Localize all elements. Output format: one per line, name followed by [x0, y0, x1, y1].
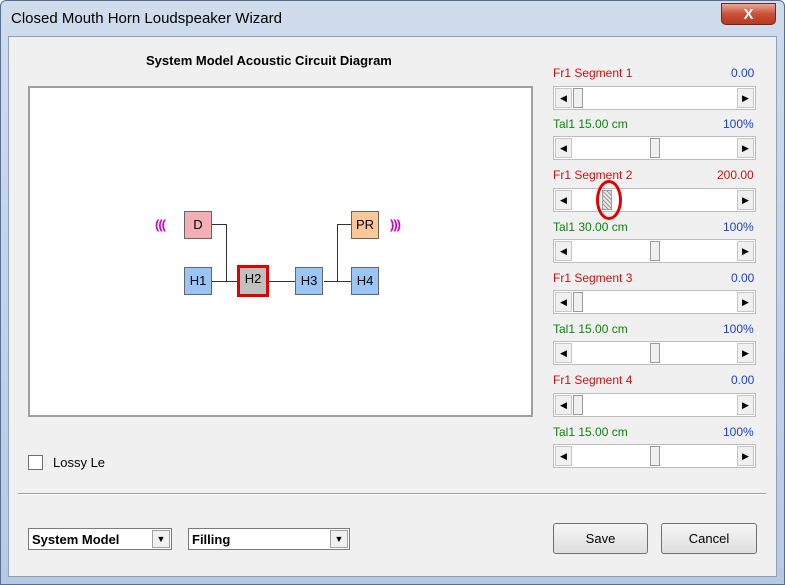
- sound-wave-right-icon: ))): [390, 217, 401, 232]
- tal-scrollbar-segment-4[interactable]: ◀ ▶: [553, 444, 756, 468]
- connector-line: [212, 281, 237, 282]
- tal-label-segment-1: Tal1 15.00 cm: [553, 117, 628, 131]
- connector-line: [337, 224, 338, 282]
- scroll-left-icon[interactable]: ◀: [555, 446, 572, 466]
- system-model-dropdown[interactable]: System Model ▼: [28, 528, 172, 550]
- connector-line: [268, 281, 295, 282]
- fr-value-segment-2: 200.00: [717, 168, 754, 182]
- lossy-le-checkbox[interactable]: [28, 455, 43, 470]
- tal-value-segment-3: 100%: [723, 322, 754, 336]
- scroll-thumb[interactable]: [650, 446, 660, 466]
- fr-label-segment-3: Fr1 Segment 3: [553, 271, 633, 285]
- filling-value: Filling: [192, 532, 231, 547]
- scroll-right-icon[interactable]: ▶: [737, 292, 754, 312]
- sound-wave-left-icon: (((: [155, 217, 166, 232]
- scroll-left-icon[interactable]: ◀: [555, 88, 572, 108]
- tal-value-segment-1: 100%: [723, 117, 754, 131]
- separator: [18, 493, 766, 495]
- fr-label-segment-2: Fr1 Segment 2: [553, 168, 633, 182]
- scroll-thumb[interactable]: [650, 241, 660, 261]
- scroll-thumb[interactable]: [650, 343, 660, 363]
- scroll-thumb[interactable]: [573, 292, 583, 312]
- passive-radiator-block[interactable]: PR: [351, 211, 379, 239]
- horn-block-h4[interactable]: H4: [351, 267, 379, 295]
- scroll-right-icon[interactable]: ▶: [737, 395, 754, 415]
- tal-scrollbar-segment-1[interactable]: ◀ ▶: [553, 136, 756, 160]
- tal-scrollbar-segment-2[interactable]: ◀ ▶: [553, 239, 756, 263]
- scroll-right-icon[interactable]: ▶: [737, 138, 754, 158]
- scroll-right-icon[interactable]: ▶: [737, 88, 754, 108]
- lossy-le-label: Lossy Le: [53, 455, 106, 470]
- scroll-right-icon[interactable]: ▶: [737, 190, 754, 210]
- scroll-left-icon[interactable]: ◀: [555, 292, 572, 312]
- tal-label-segment-2: Tal1 30.00 cm: [553, 220, 628, 234]
- scroll-right-icon[interactable]: ▶: [737, 446, 754, 466]
- connector-line: [337, 224, 352, 225]
- scroll-thumb[interactable]: [573, 395, 583, 415]
- filling-dropdown[interactable]: Filling ▼: [188, 528, 350, 550]
- scroll-left-icon[interactable]: ◀: [555, 138, 572, 158]
- connector-line: [226, 224, 227, 282]
- fr-scrollbar-segment-2[interactable]: ◀ ▶: [553, 188, 756, 212]
- scroll-right-icon[interactable]: ▶: [737, 343, 754, 363]
- scroll-left-icon[interactable]: ◀: [555, 343, 572, 363]
- window-title: Closed Mouth Horn Loudspeaker Wizard: [11, 10, 282, 27]
- fr-label-segment-1: Fr1 Segment 1: [553, 66, 633, 80]
- fr-scrollbar-segment-1[interactable]: ◀ ▶: [553, 86, 756, 110]
- driver-block[interactable]: D: [184, 211, 212, 239]
- connector-line: [324, 281, 352, 282]
- tal-value-segment-4: 100%: [723, 425, 754, 439]
- connector-line: [212, 224, 227, 225]
- horn-block-h2-selected[interactable]: H2: [237, 265, 269, 297]
- fr-scrollbar-segment-3[interactable]: ◀ ▶: [553, 290, 756, 314]
- tal-label-segment-3: Tal1 15.00 cm: [553, 322, 628, 336]
- close-button[interactable]: X: [721, 3, 776, 25]
- circuit-diagram: ((( D PR ))) H1 H2 H3 H4: [28, 86, 533, 417]
- fr-value-segment-1: 0.00: [731, 66, 755, 80]
- fr-label-segment-4: Fr1 Segment 4: [553, 373, 633, 387]
- cancel-button[interactable]: Cancel: [661, 523, 757, 554]
- chevron-down-icon[interactable]: ▼: [152, 530, 170, 548]
- horn-block-h3[interactable]: H3: [295, 267, 323, 295]
- save-button[interactable]: Save: [553, 523, 648, 554]
- scroll-thumb[interactable]: [650, 138, 660, 158]
- scroll-left-icon[interactable]: ◀: [555, 395, 572, 415]
- scroll-right-icon[interactable]: ▶: [737, 241, 754, 261]
- chevron-down-icon[interactable]: ▼: [330, 530, 348, 548]
- tal-value-segment-2: 100%: [723, 220, 754, 234]
- fr-value-segment-4: 0.00: [731, 373, 755, 387]
- scroll-left-icon[interactable]: ◀: [555, 190, 572, 210]
- fr-scrollbar-segment-4[interactable]: ◀ ▶: [553, 393, 756, 417]
- tal-scrollbar-segment-3[interactable]: ◀ ▶: [553, 341, 756, 365]
- horn-block-h1[interactable]: H1: [184, 267, 212, 295]
- system-model-value: System Model: [32, 532, 120, 547]
- highlight-circle: [596, 180, 622, 220]
- scroll-left-icon[interactable]: ◀: [555, 241, 572, 261]
- scroll-thumb[interactable]: [573, 88, 583, 108]
- tal-label-segment-4: Tal1 15.00 cm: [553, 425, 628, 439]
- title-bar: Closed Mouth Horn Loudspeaker Wizard X: [1, 1, 784, 37]
- fr-value-segment-3: 0.00: [731, 271, 755, 285]
- diagram-title: System Model Acoustic Circuit Diagram: [146, 53, 392, 68]
